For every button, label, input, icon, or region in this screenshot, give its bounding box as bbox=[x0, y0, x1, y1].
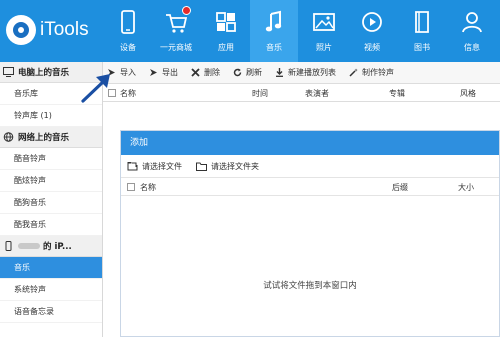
nav-mall[interactable]: 一元商城 bbox=[152, 0, 200, 62]
sidebar-item-ringtone-library[interactable]: 铃声库 (1) bbox=[0, 105, 102, 127]
dialog-column-name[interactable]: 名称 bbox=[140, 182, 156, 193]
section-label: 网络上的音乐 bbox=[18, 133, 70, 143]
blurred-device-name bbox=[18, 243, 40, 249]
file-icon bbox=[127, 161, 138, 170]
contact-icon bbox=[462, 12, 482, 33]
make-ringtone-button[interactable]: 制作铃声 bbox=[349, 67, 394, 78]
drop-hint: 试试将文件拖到本窗口内 bbox=[263, 281, 357, 291]
nav-label: 信息 bbox=[464, 43, 480, 52]
choose-file-button[interactable]: 请选择文件 bbox=[127, 161, 182, 172]
dialog-title: 添加 bbox=[121, 131, 499, 155]
section-label: 的 iP... bbox=[43, 242, 72, 252]
export-label: 导出 bbox=[162, 68, 178, 77]
nav-device[interactable]: 设备 bbox=[104, 0, 152, 62]
nav-photos[interactable]: 照片 bbox=[300, 0, 348, 62]
section-label: 电脑上的音乐 bbox=[18, 68, 70, 78]
music-list-header: 名称 时间 表演者 专辑 风格 bbox=[103, 84, 500, 102]
delete-button[interactable]: 删除 bbox=[191, 67, 220, 78]
nav-label: 音乐 bbox=[266, 43, 282, 52]
dialog-column-size[interactable]: 大小 bbox=[458, 182, 474, 193]
dialog-toolbar: 请选择文件 请选择文件夹 bbox=[121, 155, 499, 178]
magic-wand-icon bbox=[349, 68, 358, 77]
column-name[interactable]: 名称 bbox=[120, 88, 136, 99]
nav-video[interactable]: 视频 bbox=[348, 0, 396, 62]
new-playlist-label: 新建播放列表 bbox=[288, 68, 336, 77]
nav-label: 应用 bbox=[218, 43, 234, 52]
add-dialog: 添加 请选择文件 请选择文件夹 名称 后缀 大小 试试将文件拖到本窗口内 bbox=[120, 130, 500, 337]
refresh-label: 刷新 bbox=[246, 68, 262, 77]
section-device-music[interactable]: 的 iP... bbox=[0, 236, 102, 257]
nav-label: 视频 bbox=[364, 43, 380, 52]
refresh-icon bbox=[233, 68, 242, 77]
export-button[interactable]: 导出 bbox=[149, 67, 178, 78]
new-playlist-button[interactable]: 新建播放列表 bbox=[275, 67, 336, 78]
column-album[interactable]: 专辑 bbox=[389, 88, 405, 99]
choose-folder-label: 请选择文件夹 bbox=[211, 161, 259, 171]
phone-icon bbox=[5, 241, 12, 251]
delete-label: 删除 bbox=[204, 68, 220, 77]
annotation-arrow-icon bbox=[81, 74, 110, 103]
nav-label: 照片 bbox=[316, 43, 332, 52]
apps-grid-icon bbox=[216, 12, 236, 32]
phone-icon bbox=[121, 10, 135, 34]
logo-icon bbox=[6, 15, 36, 45]
choose-file-label: 请选择文件 bbox=[142, 161, 182, 171]
globe-icon bbox=[3, 132, 14, 142]
nav-label: 图书 bbox=[414, 43, 430, 52]
dialog-column-ext[interactable]: 后缀 bbox=[392, 182, 408, 193]
nav-apps[interactable]: 应用 bbox=[202, 0, 250, 62]
photo-icon bbox=[313, 13, 335, 31]
nav-messages[interactable]: 信息 bbox=[448, 0, 496, 62]
folder-icon bbox=[196, 162, 207, 171]
nav-label: 设备 bbox=[120, 43, 136, 52]
sidebar-item-voice-memos[interactable]: 语音备忘录 bbox=[0, 301, 102, 323]
sidebar-item-kuyin[interactable]: 酷音铃声 bbox=[0, 148, 102, 170]
make-ringtone-label: 制作铃声 bbox=[362, 68, 394, 77]
section-online-music[interactable]: 网络上的音乐 bbox=[0, 127, 102, 148]
nav-music[interactable]: 音乐 bbox=[250, 0, 298, 62]
notification-dot bbox=[182, 6, 191, 15]
column-artist[interactable]: 表演者 bbox=[305, 88, 329, 99]
itools-window: iTools 设备 一元商城 应用 音乐 照片 视频 图书 信息 电脑上的音乐 … bbox=[0, 0, 500, 337]
top-header: iTools 设备 一元商城 应用 音乐 照片 视频 图书 信息 bbox=[0, 0, 500, 62]
dialog-select-all-checkbox[interactable] bbox=[127, 183, 135, 191]
choose-folder-button[interactable]: 请选择文件夹 bbox=[196, 161, 259, 172]
sidebar-item-kugou[interactable]: 酷狗音乐 bbox=[0, 192, 102, 214]
column-time[interactable]: 时间 bbox=[252, 88, 268, 99]
sidebar-item-kuxuan[interactable]: 酷炫铃声 bbox=[0, 170, 102, 192]
video-play-icon bbox=[362, 12, 382, 32]
import-label: 导入 bbox=[120, 68, 136, 77]
music-note-icon bbox=[265, 10, 282, 32]
sidebar-item-device-music[interactable]: 音乐 bbox=[0, 257, 102, 279]
delete-icon bbox=[191, 68, 200, 77]
logo-text: iTools bbox=[40, 19, 89, 40]
nav-label: 一元商城 bbox=[160, 43, 192, 52]
sidebar-item-system-ringtones[interactable]: 系统铃声 bbox=[0, 279, 102, 301]
export-icon bbox=[150, 69, 157, 76]
new-playlist-icon bbox=[276, 68, 283, 77]
music-toolbar: 导入 导出 删除 刷新 新建播放列表 制作铃声 bbox=[103, 62, 500, 84]
refresh-button[interactable]: 刷新 bbox=[233, 67, 262, 78]
itools-logo: iTools bbox=[6, 14, 106, 46]
dialog-file-list-header: 名称 后缀 大小 bbox=[121, 178, 499, 196]
sidebar-item-kuwo[interactable]: 酷我音乐 bbox=[0, 214, 102, 236]
column-style[interactable]: 风格 bbox=[460, 88, 476, 99]
book-icon bbox=[415, 11, 429, 33]
nav-books[interactable]: 图书 bbox=[398, 0, 446, 62]
monitor-icon bbox=[3, 67, 14, 77]
